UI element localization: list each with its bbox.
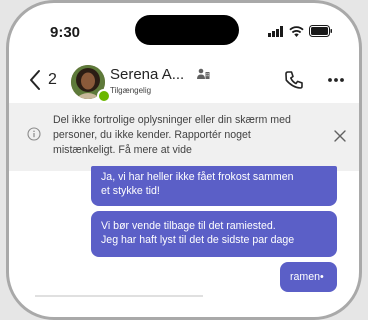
chat-header: 2 Serena A... Tilgængelig (9, 63, 359, 103)
status-time: 9:30 (50, 24, 81, 41)
dynamic-island (135, 15, 239, 45)
back-count[interactable]: 2 (48, 71, 57, 89)
message-text: ramen• (290, 271, 324, 283)
message-bubble[interactable]: ramen• (280, 262, 337, 292)
message-line: Jeg har haft lyst til det de sidste par … (101, 234, 295, 246)
more-options-icon[interactable] (327, 77, 345, 83)
presence-available-indicator (97, 89, 111, 103)
compose-box-edge (35, 295, 203, 297)
wifi-icon (289, 25, 304, 37)
status-bar: 9:30 (9, 3, 359, 53)
message-line: Ja, vi har heller ikke fået frokost samm… (101, 171, 294, 183)
phone-call-icon[interactable] (283, 69, 305, 91)
battery-icon (309, 25, 332, 37)
message-bubble[interactable]: Vi bør vende tilbage til det ramiested. … (91, 211, 337, 257)
signal-icon (268, 25, 283, 37)
banner-message: Del ikke fortrolige oplysninger eller di… (53, 114, 291, 156)
close-icon[interactable] (333, 129, 347, 143)
external-org-icon (197, 68, 210, 79)
info-icon (27, 127, 41, 141)
chevron-left-icon[interactable] (25, 67, 47, 93)
contact-name[interactable]: Serena A... (110, 66, 184, 83)
security-warning-banner: Del ikke fortrolige oplysninger eller di… (9, 103, 359, 171)
status-icons (268, 25, 333, 37)
contact-status: Tilgængelig (110, 86, 152, 95)
phone-frame: 9:30 2 Serena A... Tilgængelig Del ikke … (6, 0, 362, 320)
message-bubble[interactable]: Ja, vi har heller ikke fået frokost samm… (91, 166, 337, 206)
message-line: Vi bør vende tilbage til det ramiested. (101, 220, 276, 232)
message-line: et stykke tid! (101, 185, 160, 197)
